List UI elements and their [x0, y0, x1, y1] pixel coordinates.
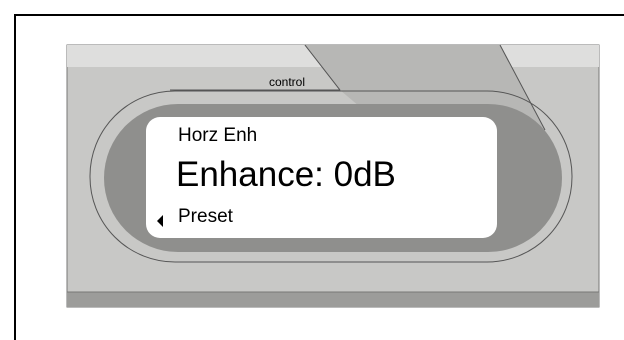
lcd-line-3: Preset: [178, 206, 233, 227]
lcd-screen: Horz Enh Enhance: 0dB Preset: [146, 117, 497, 238]
left-triangle-icon: [157, 215, 163, 227]
lcd-line-1: Horz Enh: [178, 125, 258, 146]
lcd-line-2: Enhance: 0dB: [176, 155, 396, 194]
control-tab-label: control: [269, 75, 306, 89]
panel-bottom-bar: [67, 292, 599, 307]
